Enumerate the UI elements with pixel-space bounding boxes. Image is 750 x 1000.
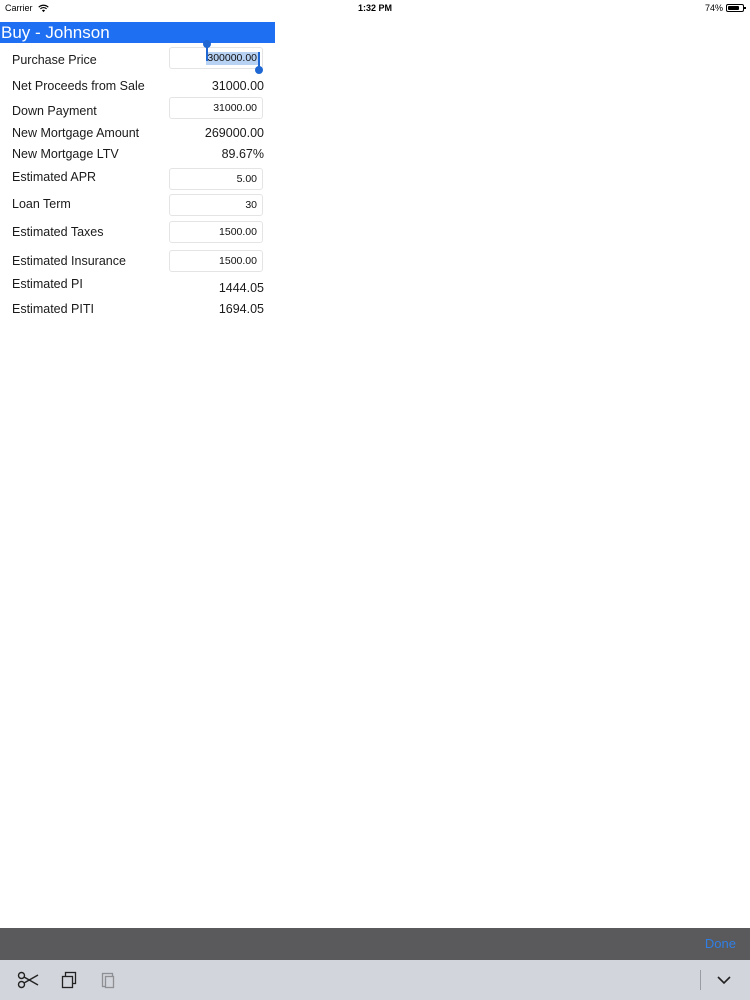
- row-down-payment: Down Payment: [12, 97, 264, 121]
- estimated-piti-label: Estimated PITI: [12, 302, 94, 316]
- loan-term-input[interactable]: [169, 194, 263, 216]
- estimated-taxes-input[interactable]: [169, 221, 263, 243]
- done-button[interactable]: Done: [705, 936, 736, 951]
- scissors-icon[interactable]: [17, 969, 39, 991]
- paste-icon[interactable]: [97, 969, 119, 991]
- estimated-apr-input[interactable]: [169, 168, 263, 190]
- new-mortgage-amount-value: 269000.00: [204, 126, 264, 140]
- keyboard-accessory-bar: Done: [0, 928, 750, 960]
- row-net-proceeds: Net Proceeds from Sale 31000.00: [12, 76, 264, 96]
- estimated-piti-value: 1694.05: [218, 302, 264, 316]
- status-right: 74%: [704, 0, 746, 16]
- battery-icon: [726, 4, 746, 12]
- row-purchase-price: Purchase Price 300000.00: [12, 40, 264, 74]
- estimated-apr-label: Estimated APR: [12, 170, 97, 184]
- row-loan-term: Loan Term: [12, 194, 264, 216]
- row-estimated-piti: Estimated PITI 1694.05: [12, 299, 264, 319]
- estimated-insurance-label: Estimated Insurance: [12, 254, 126, 268]
- estimated-insurance-input[interactable]: [169, 250, 263, 272]
- battery-percent: 74%: [704, 3, 723, 13]
- shortcut-divider: [700, 970, 701, 990]
- keyboard-shortcut-bar: [0, 960, 750, 1000]
- row-estimated-pi: Estimated PI 1444.05: [12, 274, 264, 295]
- row-estimated-insurance: Estimated Insurance: [12, 250, 264, 272]
- net-proceeds-value: 31000.00: [211, 79, 264, 93]
- new-mortgage-ltv-label: New Mortgage LTV: [12, 147, 119, 161]
- new-mortgage-amount-label: New Mortgage Amount: [12, 126, 140, 140]
- chevron-down-icon[interactable]: [713, 969, 735, 991]
- status-bar: Carrier 1:32 PM 74%: [0, 0, 750, 16]
- status-time: 1:32 PM: [357, 3, 392, 13]
- page-title: Buy - Johnson: [0, 22, 275, 43]
- row-new-mortgage-ltv: New Mortgage LTV 89.67%: [12, 144, 264, 164]
- copy-icon[interactable]: [58, 969, 80, 991]
- selection-end-handle[interactable]: [255, 52, 263, 74]
- down-payment-input[interactable]: [169, 97, 263, 119]
- new-mortgage-ltv-value: 89.67%: [221, 147, 264, 161]
- row-estimated-taxes: Estimated Taxes: [12, 221, 264, 243]
- estimated-pi-value: 1444.05: [218, 281, 264, 295]
- estimated-pi-label: Estimated PI: [12, 277, 83, 291]
- purchase-price-input[interactable]: 300000.00: [169, 40, 263, 74]
- net-proceeds-label: Net Proceeds from Sale: [12, 79, 145, 93]
- selection-start-handle[interactable]: [203, 40, 211, 61]
- row-new-mortgage-amount: New Mortgage Amount 269000.00: [12, 123, 264, 143]
- estimated-taxes-label: Estimated Taxes: [12, 225, 104, 239]
- down-payment-label: Down Payment: [12, 104, 97, 118]
- purchase-price-selected-value[interactable]: 300000.00: [206, 52, 258, 65]
- loan-term-label: Loan Term: [12, 197, 71, 211]
- row-estimated-apr: Estimated APR: [12, 167, 264, 190]
- purchase-price-label: Purchase Price: [12, 53, 97, 67]
